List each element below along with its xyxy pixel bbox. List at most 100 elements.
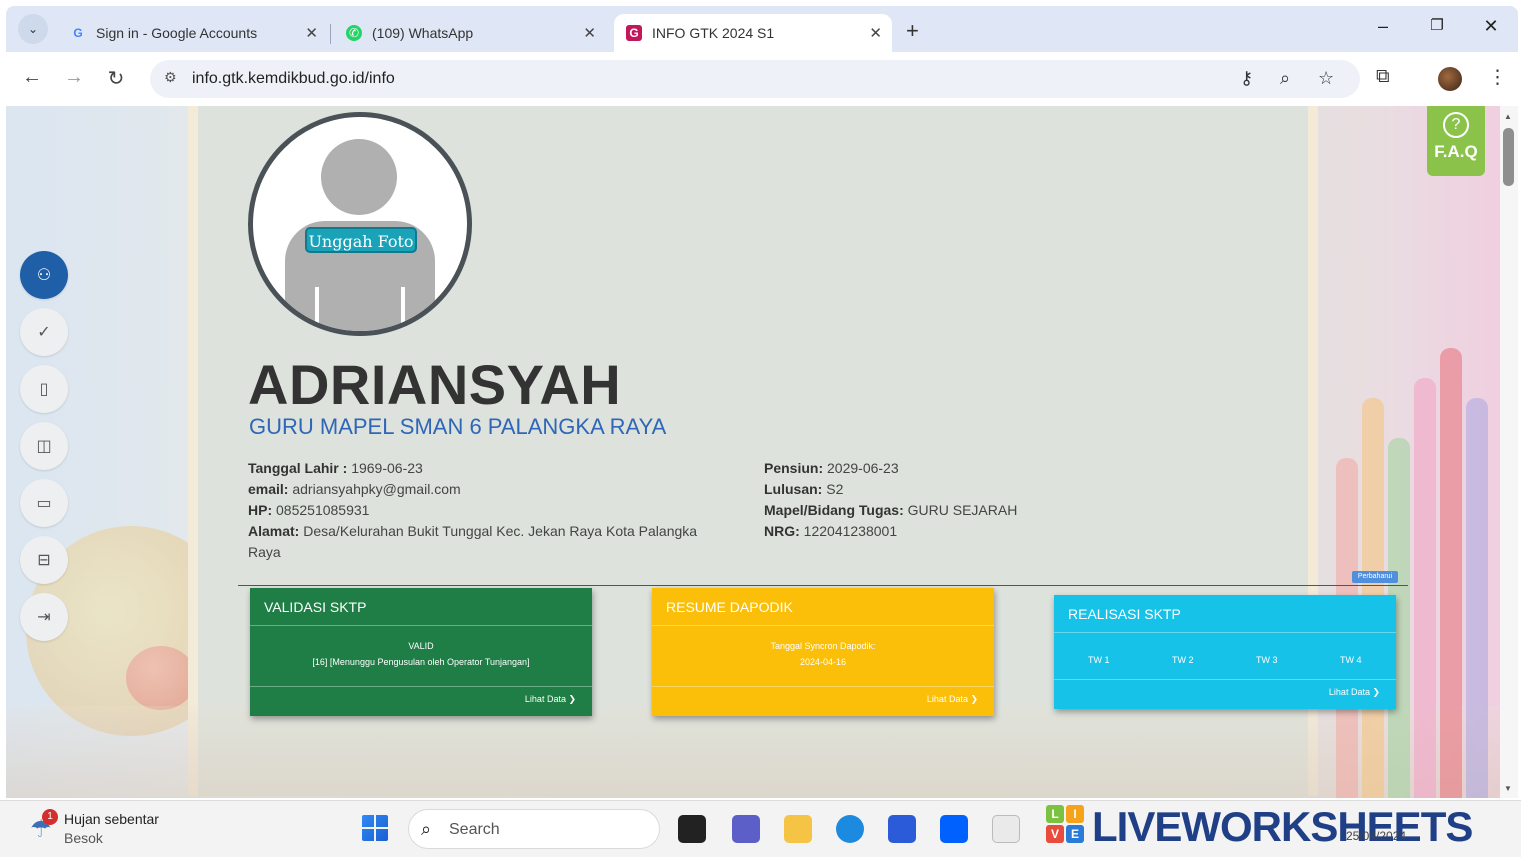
tab-search-chevron-down-icon[interactable]: ⌄ bbox=[18, 14, 48, 44]
extensions-icon[interactable]: ⧉ bbox=[1376, 66, 1390, 88]
view-data-link[interactable]: Lihat Data ❯ bbox=[525, 694, 576, 705]
tab-title: INFO GTK 2024 S1 bbox=[652, 25, 775, 41]
file-icon: ▯ bbox=[39, 381, 49, 398]
profile-position: GURU MAPEL SMAN 6 PALANGKA RAYA bbox=[249, 414, 667, 439]
tab-whatsapp[interactable]: ✆ (109) WhatsApp ✕ bbox=[336, 14, 606, 52]
close-icon[interactable]: ✕ bbox=[869, 24, 882, 42]
zoom-icon[interactable]: ⌕ bbox=[1280, 68, 1290, 89]
search-icon: ⌕ bbox=[421, 819, 432, 839]
scrollbar[interactable] bbox=[1500, 106, 1518, 798]
faq-label: F.A.Q bbox=[1434, 142, 1478, 161]
file-manager-app-icon[interactable] bbox=[678, 815, 706, 843]
reload-icon[interactable]: ↻ bbox=[104, 66, 128, 91]
tab-title: Sign in - Google Accounts bbox=[96, 25, 258, 41]
close-icon[interactable]: ✕ bbox=[305, 24, 318, 42]
sidebar-folder-button[interactable]: ▭ bbox=[20, 479, 68, 527]
tw-label: TW 4 bbox=[1340, 655, 1362, 665]
new-tab-button[interactable]: + bbox=[906, 18, 919, 44]
view-data-link[interactable]: Lihat Data ❯ bbox=[1329, 687, 1380, 698]
scroll-up-icon[interactable]: ▲ bbox=[1504, 112, 1512, 121]
avatar-placeholder-head bbox=[321, 139, 397, 215]
teams-app-icon[interactable] bbox=[732, 815, 760, 843]
resume-dapodik-card: RESUME DAPODIK Tanggal Syncron Dapodik: … bbox=[652, 588, 994, 716]
tab-google-accounts[interactable]: G Sign in - Google Accounts ✕ bbox=[58, 14, 328, 52]
background-floor bbox=[6, 706, 1500, 798]
amazon-app-icon[interactable] bbox=[992, 815, 1020, 843]
user-icon: ⚇ bbox=[36, 267, 52, 284]
education-row: Lulusan: S2 bbox=[764, 481, 844, 497]
site-settings-icon[interactable]: ⚙ bbox=[164, 69, 177, 86]
view-data-link[interactable]: Lihat Data ❯ bbox=[927, 694, 978, 705]
address-row: Alamat: Desa/Kelurahan Bukit Tunggal Kec… bbox=[248, 523, 698, 560]
close-icon[interactable]: ✕ bbox=[583, 24, 596, 42]
validasi-sktp-card: VALIDASI SKTP VALID [16] [Menunggu Pengu… bbox=[250, 588, 592, 716]
card-body: Tanggal Syncron Dapodik: 2024-04-16 bbox=[770, 641, 876, 667]
sidebar-archive-button[interactable]: ⊟ bbox=[20, 536, 68, 584]
scroll-down-icon[interactable]: ▼ bbox=[1504, 784, 1512, 793]
menu-icon[interactable]: ⋮ bbox=[1488, 66, 1507, 89]
background-pencil bbox=[1466, 398, 1488, 798]
folder-app-icon[interactable] bbox=[784, 815, 812, 843]
background-pencil bbox=[1414, 378, 1436, 798]
book-icon: ◫ bbox=[36, 438, 52, 455]
scrollbar-thumb[interactable] bbox=[1503, 128, 1514, 186]
taskbar-search[interactable]: ⌕ Search bbox=[408, 809, 660, 849]
background-pencil bbox=[1440, 348, 1462, 798]
info-gtk-favicon-icon: G bbox=[626, 25, 642, 41]
store-app-icon[interactable] bbox=[888, 815, 916, 843]
browser-toolbar: ← → ↻ ⚙ info.gtk.kemdikbud.go.id/info ⚷ … bbox=[6, 52, 1518, 106]
sidebar-logout-button[interactable]: ⇥ bbox=[20, 593, 68, 641]
password-key-icon[interactable]: ⚷ bbox=[1240, 68, 1253, 89]
url-text[interactable]: info.gtk.kemdikbud.go.id/info bbox=[192, 70, 395, 88]
phone-row: HP: 085251085931 bbox=[248, 502, 370, 518]
retirement-row: Pensiun: 2029-06-23 bbox=[764, 460, 899, 476]
profile-info-left: Tanggal Lahir : 1969-06-23 email: adrian… bbox=[248, 458, 728, 563]
tw-label: TW 2 bbox=[1172, 655, 1194, 665]
edge-app-icon[interactable] bbox=[836, 815, 864, 843]
subject-row: Mapel/Bidang Tugas: GURU SEJARAH bbox=[764, 502, 1018, 518]
check-icon: ✓ bbox=[37, 324, 51, 341]
birth-date-row: Tanggal Lahir : 1969-06-23 bbox=[248, 460, 423, 476]
card-title: REALISASI SKTP bbox=[1068, 606, 1181, 622]
question-icon: ? bbox=[1443, 112, 1469, 138]
tab-strip: ⌄ G Sign in - Google Accounts ✕ ✆ (109) … bbox=[6, 6, 1518, 52]
profile-info-right: Pensiun: 2029-06-23 Lulusan: S2 Mapel/Bi… bbox=[764, 458, 1184, 542]
start-button[interactable] bbox=[362, 815, 388, 841]
profile-avatar[interactable] bbox=[1438, 67, 1462, 91]
profile-photo: Unggah Foto bbox=[248, 112, 472, 336]
sidebar-document-button[interactable]: ▯ bbox=[20, 365, 68, 413]
minimize-icon[interactable]: – bbox=[1368, 16, 1398, 37]
dropbox-app-icon[interactable] bbox=[940, 815, 968, 843]
weather-title[interactable]: Hujan sebentar bbox=[64, 811, 159, 827]
tw-label: TW 3 bbox=[1256, 655, 1278, 665]
upload-photo-button[interactable]: Unggah Foto bbox=[305, 227, 417, 253]
google-favicon-icon: G bbox=[73, 26, 83, 40]
notification-badge: 1 bbox=[42, 809, 58, 825]
sidebar-validation-button[interactable]: ✓ bbox=[20, 308, 68, 356]
card-title: VALIDASI SKTP bbox=[264, 599, 367, 615]
card-title: RESUME DAPODIK bbox=[666, 599, 793, 615]
forward-icon[interactable]: → bbox=[62, 66, 86, 89]
background-apple bbox=[126, 646, 196, 710]
address-bar[interactable]: ⚙ info.gtk.kemdikbud.go.id/info ⚷ ⌕ ☆ bbox=[150, 60, 1360, 98]
back-icon[interactable]: ← bbox=[20, 66, 44, 89]
update-button[interactable]: Perbaharui bbox=[1352, 571, 1398, 583]
section-divider bbox=[238, 585, 1408, 586]
nrg-row: NRG: 122041238001 bbox=[764, 523, 898, 539]
search-placeholder: Search bbox=[449, 821, 500, 838]
sidebar-book-button[interactable]: ◫ bbox=[20, 422, 68, 470]
taskbar-date: 25/04/2024 bbox=[1346, 829, 1407, 843]
faq-button[interactable]: ? F.A.Q bbox=[1427, 106, 1485, 176]
email-row: email: adriansyahpky@gmail.com bbox=[248, 481, 461, 497]
taskbar: ☂ 1 Hujan sebentar Besok ⌕ Search L I V … bbox=[0, 800, 1521, 857]
page-content: ⚇ ✓ ▯ ◫ ▭ ⊟ ⇥ Unggah Foto ADRIANSYAH GUR… bbox=[6, 106, 1500, 798]
profile-name: ADRIANSYAH bbox=[248, 353, 622, 416]
whatsapp-favicon-icon: ✆ bbox=[346, 25, 362, 41]
archive-icon: ⊟ bbox=[37, 552, 51, 569]
star-icon[interactable]: ☆ bbox=[1318, 68, 1334, 89]
window-close-icon[interactable]: ✕ bbox=[1476, 16, 1506, 37]
tab-info-gtk[interactable]: G INFO GTK 2024 S1 ✕ bbox=[614, 14, 892, 52]
restore-icon[interactable]: ❐ bbox=[1422, 16, 1452, 34]
card-body: VALID [16] [Menunggu Pengusulan oleh Ope… bbox=[312, 641, 530, 667]
sidebar-profile-button[interactable]: ⚇ bbox=[20, 251, 68, 299]
